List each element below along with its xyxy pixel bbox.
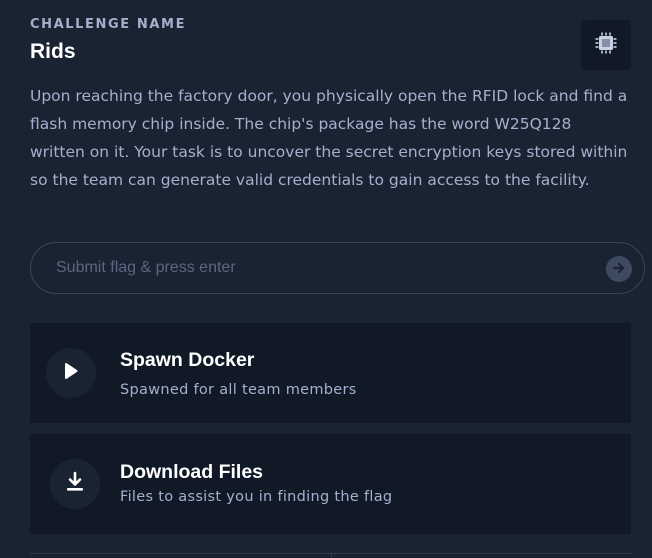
spawn-docker-subtitle: Spawned for all team members — [120, 382, 357, 398]
download-files-title: Download Files — [120, 461, 264, 483]
spawn-docker-card[interactable]: Spawn Docker Spawned for all team member… — [30, 323, 631, 423]
arrow-right-icon — [612, 260, 626, 279]
download-files-button[interactable] — [50, 459, 100, 509]
bottom-panel-divider — [331, 553, 332, 558]
challenge-panel: CHALLENGE NAME Rids Upon reaching the fa… — [0, 0, 652, 558]
spawn-docker-title: Spawn Docker — [120, 349, 255, 371]
challenge-name-label: CHALLENGE NAME — [30, 17, 187, 32]
challenge-description: Upon reaching the factory door, you phys… — [30, 87, 628, 189]
submit-flag-button[interactable] — [606, 256, 632, 282]
spawn-docker-button[interactable] — [46, 348, 96, 398]
flag-input[interactable] — [31, 243, 644, 293]
play-icon — [62, 361, 80, 385]
download-icon — [65, 471, 85, 497]
download-files-subtitle: Files to assist you in finding the flag — [120, 489, 393, 505]
flag-input-container — [30, 242, 645, 294]
category-button[interactable] — [581, 20, 631, 70]
chip-icon — [594, 31, 618, 59]
challenge-title: Rids — [30, 40, 76, 63]
download-files-card[interactable]: Download Files Files to assist you in fi… — [30, 434, 631, 534]
